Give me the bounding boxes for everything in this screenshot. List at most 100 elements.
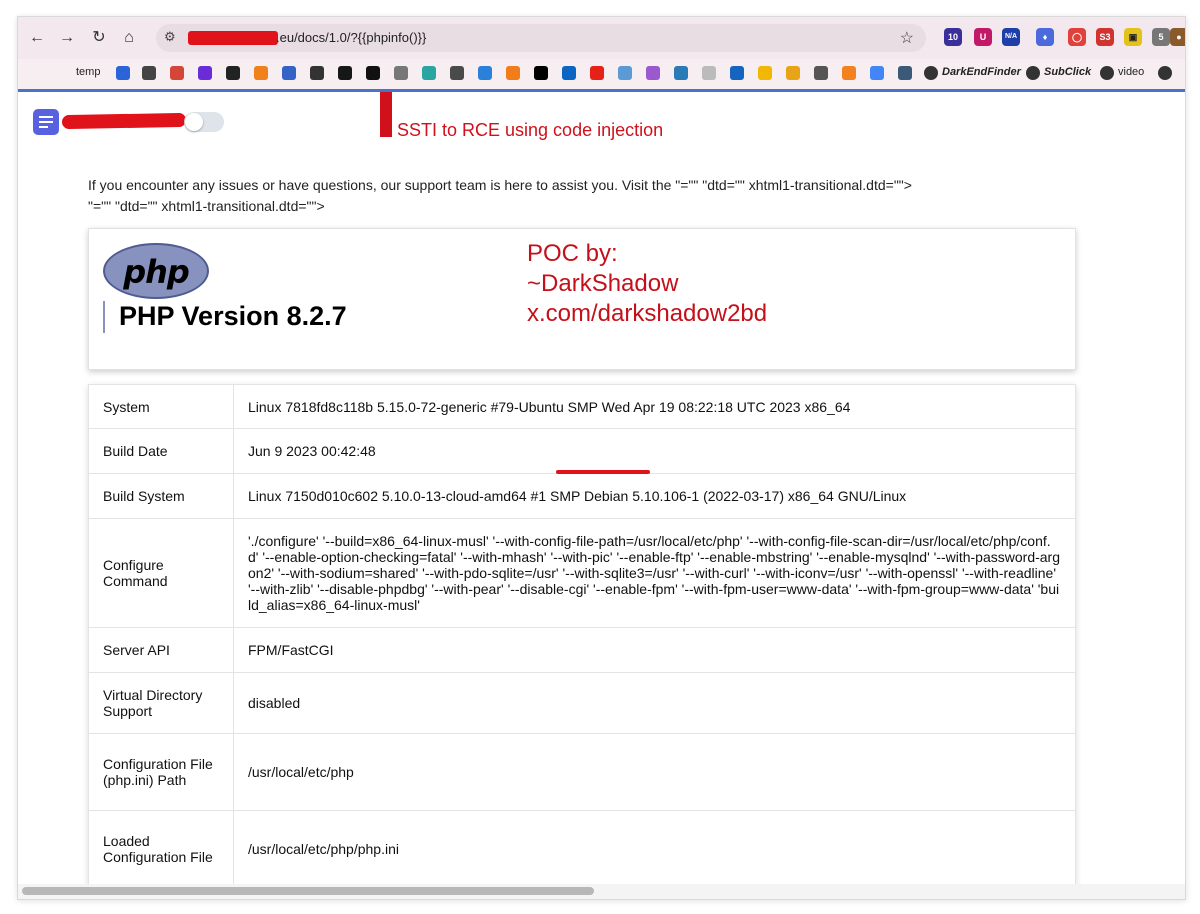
redacted-domain [188, 31, 278, 45]
bookmark-icon[interactable] [226, 66, 240, 80]
extension-icon[interactable]: 5 [1152, 28, 1170, 46]
row-key: Virtual Directory Support [88, 672, 234, 734]
reload-icon[interactable]: ↻ [88, 27, 110, 49]
url-text: .eu/docs/1.0/?{{phpinfo()}} [276, 30, 427, 45]
back-arrow-icon[interactable]: ← [26, 27, 48, 49]
php-version: PHP Version 8.2.7 [119, 301, 347, 331]
bookmark-icon[interactable] [422, 66, 436, 80]
table-row: Configure Command './configure' '--build… [88, 518, 1076, 628]
version-divider [103, 301, 105, 333]
bookmark-icon[interactable] [702, 66, 716, 80]
extension-icon[interactable]: ▣ [1124, 28, 1142, 46]
table-row: Configuration File (php.ini) Path /usr/l… [88, 733, 1076, 811]
bookmark-icon[interactable] [898, 66, 912, 80]
youtube-icon[interactable] [590, 66, 604, 80]
horizontal-scrollbar[interactable] [18, 884, 1185, 899]
bookmark-video[interactable]: video [1118, 66, 1144, 78]
table-row: Build System Linux 7150d010c602 5.10.0-1… [88, 473, 1076, 519]
table-row: Loaded Configuration File /usr/local/etc… [88, 810, 1076, 884]
row-value: /usr/local/etc/php [233, 733, 1076, 811]
extension-icon[interactable]: ♦ [1036, 28, 1054, 46]
row-value: /usr/local/etc/php/php.ini [233, 810, 1076, 884]
row-key: Configure Command [88, 518, 234, 628]
poc-credit: POC by: ~DarkShadow x.com/darkshadow2bd [527, 239, 767, 329]
page-content: SSTI to RCE using code injection If you … [18, 92, 1185, 884]
bookmark-icon[interactable] [450, 66, 464, 80]
row-key: Loaded Configuration File [88, 810, 234, 884]
extension-icon[interactable]: S3 [1096, 28, 1114, 46]
annotation-label: SSTI to RCE using code injection [397, 120, 664, 140]
row-value: Linux 7150d010c602 5.10.0-13-cloud-amd64… [233, 473, 1076, 519]
redacted-site-name [61, 112, 187, 130]
scrollbar-thumb[interactable] [22, 887, 594, 895]
info-icon[interactable] [730, 66, 744, 80]
row-key: Build System [88, 473, 234, 519]
bookmark-darkendfinder[interactable]: DarkEndFinder [942, 66, 1021, 78]
bookmark-icon[interactable] [116, 66, 130, 80]
bookmark-temp[interactable]: temp [76, 66, 100, 78]
site-logo-icon[interactable] [33, 109, 59, 135]
gmail-icon[interactable] [170, 66, 184, 80]
forward-arrow-icon[interactable]: → [56, 27, 78, 49]
bookmark-icon[interactable] [758, 66, 772, 80]
row-value: Jun 9 2023 00:42:48 [233, 428, 1076, 474]
poc-line: x.com/darkshadow2bd [527, 300, 768, 327]
theme-toggle[interactable] [184, 112, 224, 132]
phpinfo-table: System Linux 7818fd8c118b 5.15.0-72-gene… [88, 384, 1076, 884]
support-text: If you encounter any issues or have ques… [88, 175, 912, 217]
row-key: Server API [88, 627, 234, 673]
shield-icon[interactable]: ◯ [1068, 28, 1086, 46]
php-logo-text: php [123, 253, 190, 291]
bookmark-icon[interactable] [282, 66, 296, 80]
globe-icon[interactable] [674, 66, 688, 80]
table-row: Build Date Jun 9 2023 00:42:48 [88, 428, 1076, 474]
browser-toolbar: ← → ↻ ⌂ ⚙ .eu/docs/1.0/?{{phpinfo()}} ☆ … [18, 17, 1185, 59]
address-bar[interactable]: ⚙ .eu/docs/1.0/?{{phpinfo()}} ☆ [156, 24, 926, 52]
home-icon[interactable]: ⌂ [118, 27, 140, 49]
toggle-knob [185, 113, 203, 131]
globe-icon[interactable] [1158, 66, 1172, 80]
bookmark-star-icon[interactable]: ☆ [900, 28, 914, 48]
poc-line: POC by: [527, 240, 618, 267]
phpinfo-header: php PHP Version 8.2.7 POC by: ~DarkShado… [88, 228, 1076, 370]
site-settings-icon[interactable]: ⚙ [164, 29, 176, 45]
bookmark-icon[interactable] [478, 66, 492, 80]
support-line: "="" "dtd="" xhtml1-transitional.dtd=""> [88, 198, 325, 214]
bookmark-icon[interactable] [786, 66, 800, 80]
php-logo-icon: php [103, 243, 209, 299]
google-icon[interactable] [870, 66, 884, 80]
poc-line: ~DarkShadow [527, 270, 679, 297]
table-row: Server API FPM/FastCGI [88, 627, 1076, 673]
bookmark-icon[interactable] [394, 66, 408, 80]
globe-icon [1026, 66, 1040, 80]
row-value: FPM/FastCGI [233, 627, 1076, 673]
row-key: System [88, 384, 234, 429]
extension-icon[interactable]: 10 [944, 28, 962, 46]
row-value: disabled [233, 672, 1076, 734]
bookmark-icon[interactable] [618, 66, 632, 80]
bookmark-icon[interactable] [310, 66, 324, 80]
cloudflare-icon[interactable] [842, 66, 856, 80]
bookmark-icon[interactable] [646, 66, 660, 80]
bookmark-icon[interactable] [814, 66, 828, 80]
bookmark-subclick[interactable]: SubClick [1044, 66, 1091, 78]
globe-icon [1100, 66, 1114, 80]
extension-icon[interactable]: N/A [1002, 28, 1020, 46]
row-key: Build Date [88, 428, 234, 474]
bookmark-icon[interactable] [506, 66, 520, 80]
ublock-icon[interactable]: U [974, 28, 992, 46]
cookie-icon[interactable]: ● [1170, 28, 1185, 46]
bookmark-icon[interactable] [198, 66, 212, 80]
globe-icon [924, 66, 938, 80]
bookmarks-bar: temp DarkEndFinder SubClick video [18, 59, 1185, 89]
browser-window: ← → ↻ ⌂ ⚙ .eu/docs/1.0/?{{phpinfo()}} ☆ … [17, 16, 1186, 900]
bookmark-icon[interactable] [366, 66, 380, 80]
redaction-mark [556, 470, 650, 474]
linkedin-icon[interactable] [562, 66, 576, 80]
bookmark-icon[interactable] [142, 66, 156, 80]
github-icon[interactable] [338, 66, 352, 80]
bookmark-icon[interactable] [254, 66, 268, 80]
x-icon[interactable] [534, 66, 548, 80]
annotation-arrow-shaft [380, 92, 392, 137]
row-key: Configuration File (php.ini) Path [88, 733, 234, 811]
